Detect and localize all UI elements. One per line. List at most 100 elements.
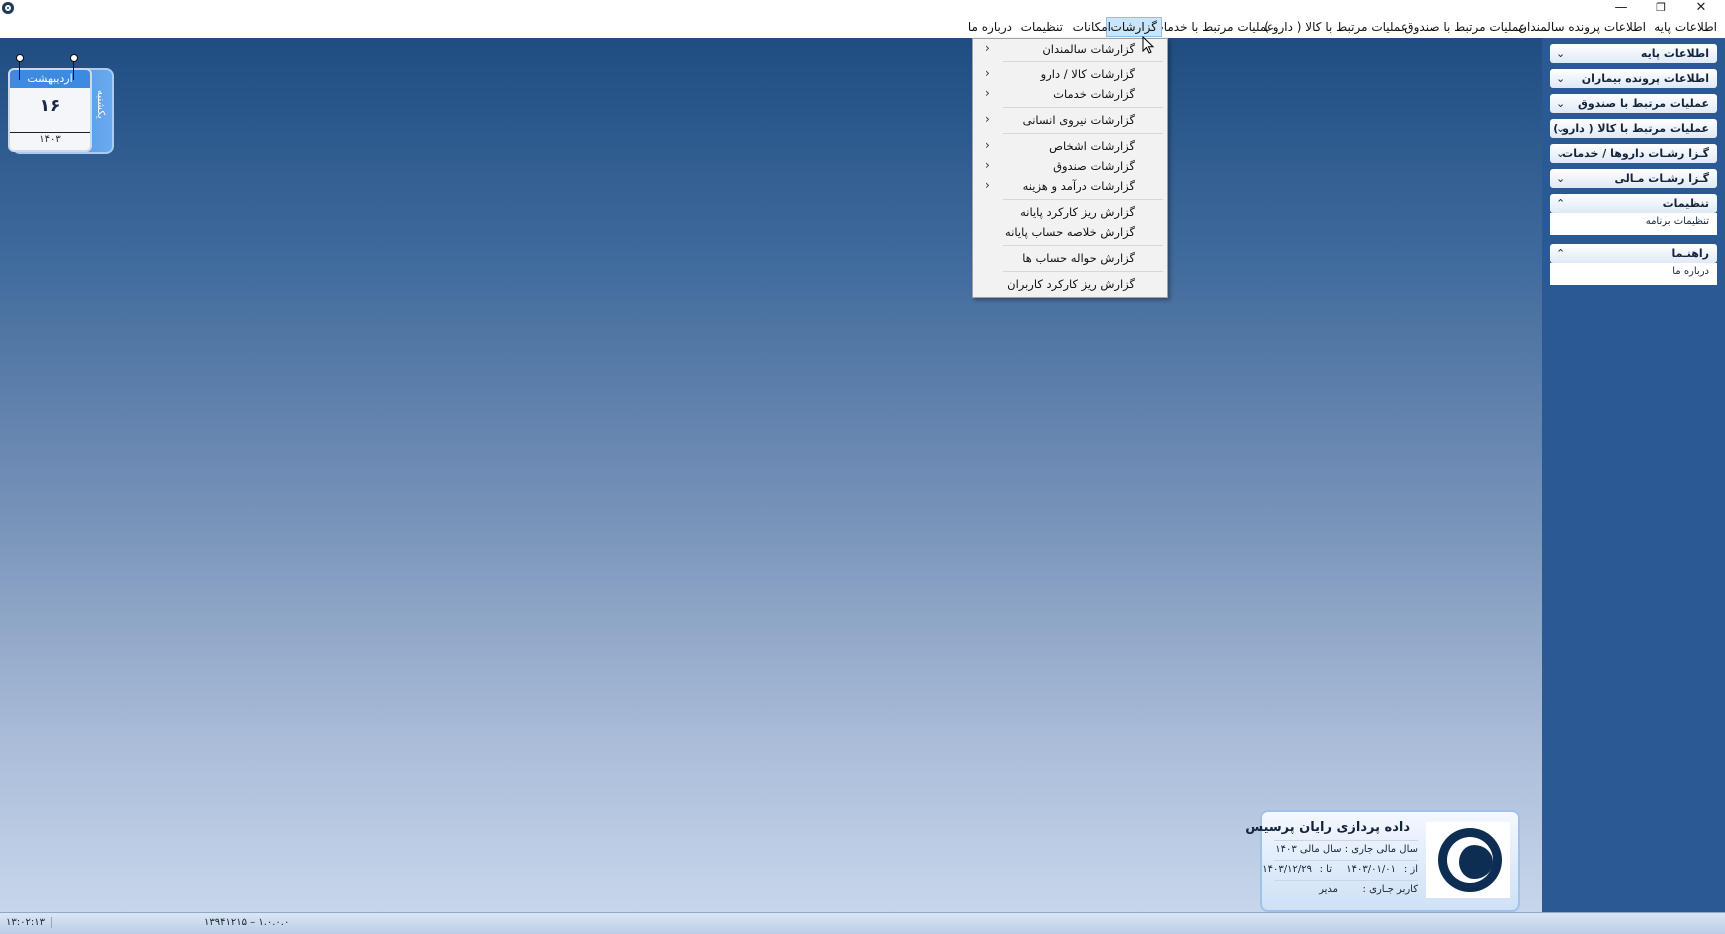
status-bar: ۱۳:۰۲:۱۳ ۱۳۹۴۱۲۱۵ – ۱.۰.۰.۰ bbox=[0, 912, 1725, 934]
chevron-up-icon: ⌃ bbox=[1556, 247, 1566, 260]
company-info-card: داده پردازی رایان پرسیس سال مالی جاری : … bbox=[1245, 810, 1520, 912]
chevron-down-icon: ⌄ bbox=[1556, 122, 1566, 135]
menu-item-cash-reports[interactable]: گزارشات صندوق ‹ bbox=[973, 157, 1167, 175]
mouse-cursor-icon bbox=[1142, 36, 1155, 54]
menu-separator bbox=[1003, 107, 1163, 108]
menu-item-label: گزارشات درآمد و هزینه bbox=[1022, 179, 1135, 193]
submenu-arrow-icon: ‹ bbox=[985, 112, 990, 126]
calendar-widget: یکشنبه اردیبهشت ۱۶ ۱۴۰۳ bbox=[6, 54, 114, 154]
menu-elderly-records[interactable]: اطلاعات پرونده سالمندان bbox=[1514, 18, 1650, 36]
minimize-button[interactable]: — bbox=[1603, 0, 1639, 16]
menu-separator bbox=[1003, 271, 1163, 272]
calendar-month: اردیبهشت bbox=[10, 70, 90, 88]
menu-item-terminal-summary-report[interactable]: گزارش خلاصه حساب پایانه bbox=[973, 223, 1167, 241]
to-label: تا : bbox=[1319, 864, 1332, 875]
to-date: ۱۴۰۳/۱۲/۲۹ bbox=[1262, 864, 1312, 875]
status-time: ۱۳:۰۲:۱۳ bbox=[6, 917, 52, 928]
menu-item-label: گزارشات کالا / دارو bbox=[1040, 67, 1135, 81]
sidepanel-section-goods-operations[interactable]: عملیات مرتبط با کالا ( دارو ) ⌄ bbox=[1550, 119, 1717, 138]
restore-button[interactable]: ❐ bbox=[1643, 0, 1679, 16]
menu-separator bbox=[1003, 199, 1163, 200]
menu-item-label: گزارش خلاصه حساب پایانه bbox=[1005, 225, 1135, 239]
close-button[interactable]: ✕ bbox=[1683, 0, 1719, 16]
menu-item-hr-reports[interactable]: گزارشات نیروی انسانی ‹ bbox=[973, 111, 1167, 129]
sidepanel-item-app-settings[interactable]: تنظیمات برنامه bbox=[1550, 213, 1717, 235]
menu-item-persons-reports[interactable]: گزارشات اشخاص ‹ bbox=[973, 137, 1167, 155]
sidepanel-section-label: عملیات مرتبط با صندوق bbox=[1577, 97, 1709, 110]
menu-settings[interactable]: تنظیمات bbox=[1017, 18, 1067, 36]
chevron-down-icon: ⌄ bbox=[1556, 72, 1566, 85]
submenu-arrow-icon: ‹ bbox=[985, 66, 990, 80]
chevron-down-icon: ⌄ bbox=[1556, 97, 1566, 110]
menu-item-label: گزارشات خدمات bbox=[1053, 87, 1135, 101]
menu-item-label: گزارشات اشخاص bbox=[1049, 139, 1135, 153]
menu-cash-operations[interactable]: عملیات مرتبط با صندوق bbox=[1400, 18, 1530, 36]
divider bbox=[1274, 840, 1418, 841]
status-version: ۱۳۹۴۱۲۱۵ – ۱.۰.۰.۰ bbox=[204, 917, 290, 928]
divider bbox=[1274, 880, 1418, 881]
sidepanel-section-help[interactable]: راهنـما ⌃ bbox=[1550, 244, 1717, 263]
app-logo-icon[interactable] bbox=[2, 2, 14, 14]
menu-base-info[interactable]: اطلاعات پایه bbox=[1650, 18, 1721, 36]
sidepanel-section-label: تنظیمات bbox=[1662, 197, 1709, 210]
menu-item-terminal-usage-report[interactable]: گزارش ریز کارکرد پایانه bbox=[973, 203, 1167, 221]
menu-features[interactable]: امکانات bbox=[1069, 18, 1115, 36]
menu-goods-operations[interactable]: عملیات مرتبط با کالا ( دارو ) bbox=[1260, 18, 1412, 36]
current-user-label: کاربر جـاری : bbox=[1362, 884, 1418, 895]
menu-item-user-usage-report[interactable]: گزارش ریز کارکرد کاربران bbox=[973, 275, 1167, 293]
menu-separator bbox=[1003, 245, 1163, 246]
sidepanel-section-settings[interactable]: تنظیمات ⌃ bbox=[1550, 194, 1717, 213]
sidepanel-section-base-info[interactable]: اطلاعات پایه ⌄ bbox=[1550, 44, 1717, 63]
calendar-year: ۱۴۰۳ bbox=[10, 132, 90, 145]
from-label: از : bbox=[1403, 864, 1418, 875]
chevron-up-icon: ⌃ bbox=[1556, 197, 1566, 210]
menu-about[interactable]: درباره ما bbox=[964, 18, 1016, 36]
calendar-page: اردیبهشت ۱۶ ۱۴۰۳ bbox=[8, 68, 92, 152]
menu-item-services-reports[interactable]: گزارشات خدمات ‹ bbox=[973, 85, 1167, 103]
company-name: داده پردازی رایان پرسیس bbox=[1245, 820, 1410, 835]
sidepanel-section-financial-reports[interactable]: گـزا رشـات مـالی ⌄ bbox=[1550, 169, 1717, 188]
menu-item-label: گزارشات صندوق bbox=[1053, 159, 1135, 173]
menu-services-operations[interactable]: عملیات مرتبط با خدمات bbox=[1148, 18, 1278, 36]
menu-separator bbox=[1003, 133, 1163, 134]
reports-dropdown-menu: گزارشات سالمندان ‹ گزارشات کالا / دارو ‹… bbox=[972, 38, 1168, 298]
current-user-value: مدیر bbox=[1319, 884, 1338, 895]
sidepanel-item-label: تنظیمات برنامه bbox=[1645, 216, 1709, 227]
menu-item-elderly-reports[interactable]: گزارشات سالمندان ‹ bbox=[973, 40, 1167, 58]
company-logo-box bbox=[1426, 822, 1510, 898]
menu-item-label: گزارشات سالمندان bbox=[1042, 42, 1135, 56]
fiscal-year-text: سال مالی جاری : سال مالی ۱۴۰۳ bbox=[1275, 844, 1418, 855]
sidepanel-section-label: اطلاعات پایه bbox=[1640, 47, 1709, 60]
from-date: ۱۴۰۳/۰۱/۰۱ bbox=[1346, 864, 1396, 875]
menu-item-label: گزارش حواله حساب ها bbox=[1022, 251, 1135, 265]
menu-item-goods-reports[interactable]: گزارشات کالا / دارو ‹ bbox=[973, 65, 1167, 83]
sidepanel-item-about[interactable]: درباره ما bbox=[1550, 263, 1717, 285]
sidepanel-section-label: راهنـما bbox=[1671, 247, 1710, 260]
sidepanel-section-cash-operations[interactable]: عملیات مرتبط با صندوق ⌄ bbox=[1550, 94, 1717, 113]
divider bbox=[1274, 860, 1418, 861]
calendar-ring bbox=[70, 54, 78, 62]
company-logo-icon bbox=[1438, 828, 1502, 892]
menu-item-label: گزارش ریز کارکرد پایانه bbox=[1020, 205, 1135, 219]
submenu-arrow-icon: ‹ bbox=[985, 158, 990, 172]
menu-separator bbox=[1003, 61, 1163, 62]
calendar-ring-line bbox=[19, 60, 20, 80]
chevron-down-icon: ⌄ bbox=[1556, 147, 1566, 160]
menu-item-label: گزارش ریز کارکرد کاربران bbox=[1007, 277, 1135, 291]
menu-item-label: گزارشات نیروی انسانی bbox=[1022, 113, 1135, 127]
submenu-arrow-icon: ‹ bbox=[985, 86, 990, 100]
menu-item-transfer-report[interactable]: گزارش حواله حساب ها bbox=[973, 249, 1167, 267]
sidepanel-item-label: درباره ما bbox=[1672, 266, 1709, 277]
side-panel: اطلاعات پایه ⌄ اطلاعات پرونده بیماران ⌄ … bbox=[1542, 38, 1725, 912]
sidepanel-section-label: عملیات مرتبط با کالا ( دارو ) bbox=[1553, 122, 1709, 135]
sidepanel-section-label: گـزا رشـات داروها / خدمات bbox=[1562, 147, 1709, 160]
menu-item-income-expense-reports[interactable]: گزارشات درآمد و هزینه ‹ bbox=[973, 177, 1167, 195]
sidepanel-section-patient-records[interactable]: اطلاعات پرونده بیماران ⌄ bbox=[1550, 69, 1717, 88]
calendar-day: ۱۶ bbox=[39, 96, 61, 116]
menu-bar: اطلاعات پایه اطلاعات پرونده سالمندان عمل… bbox=[0, 16, 1725, 38]
submenu-arrow-icon: ‹ bbox=[985, 41, 990, 55]
calendar-weekday: یکشنبه bbox=[95, 90, 106, 119]
submenu-arrow-icon: ‹ bbox=[985, 138, 990, 152]
sidepanel-section-drug-service-reports[interactable]: گـزا رشـات داروها / خدمات ⌄ bbox=[1550, 144, 1717, 163]
submenu-arrow-icon: ‹ bbox=[985, 178, 990, 192]
